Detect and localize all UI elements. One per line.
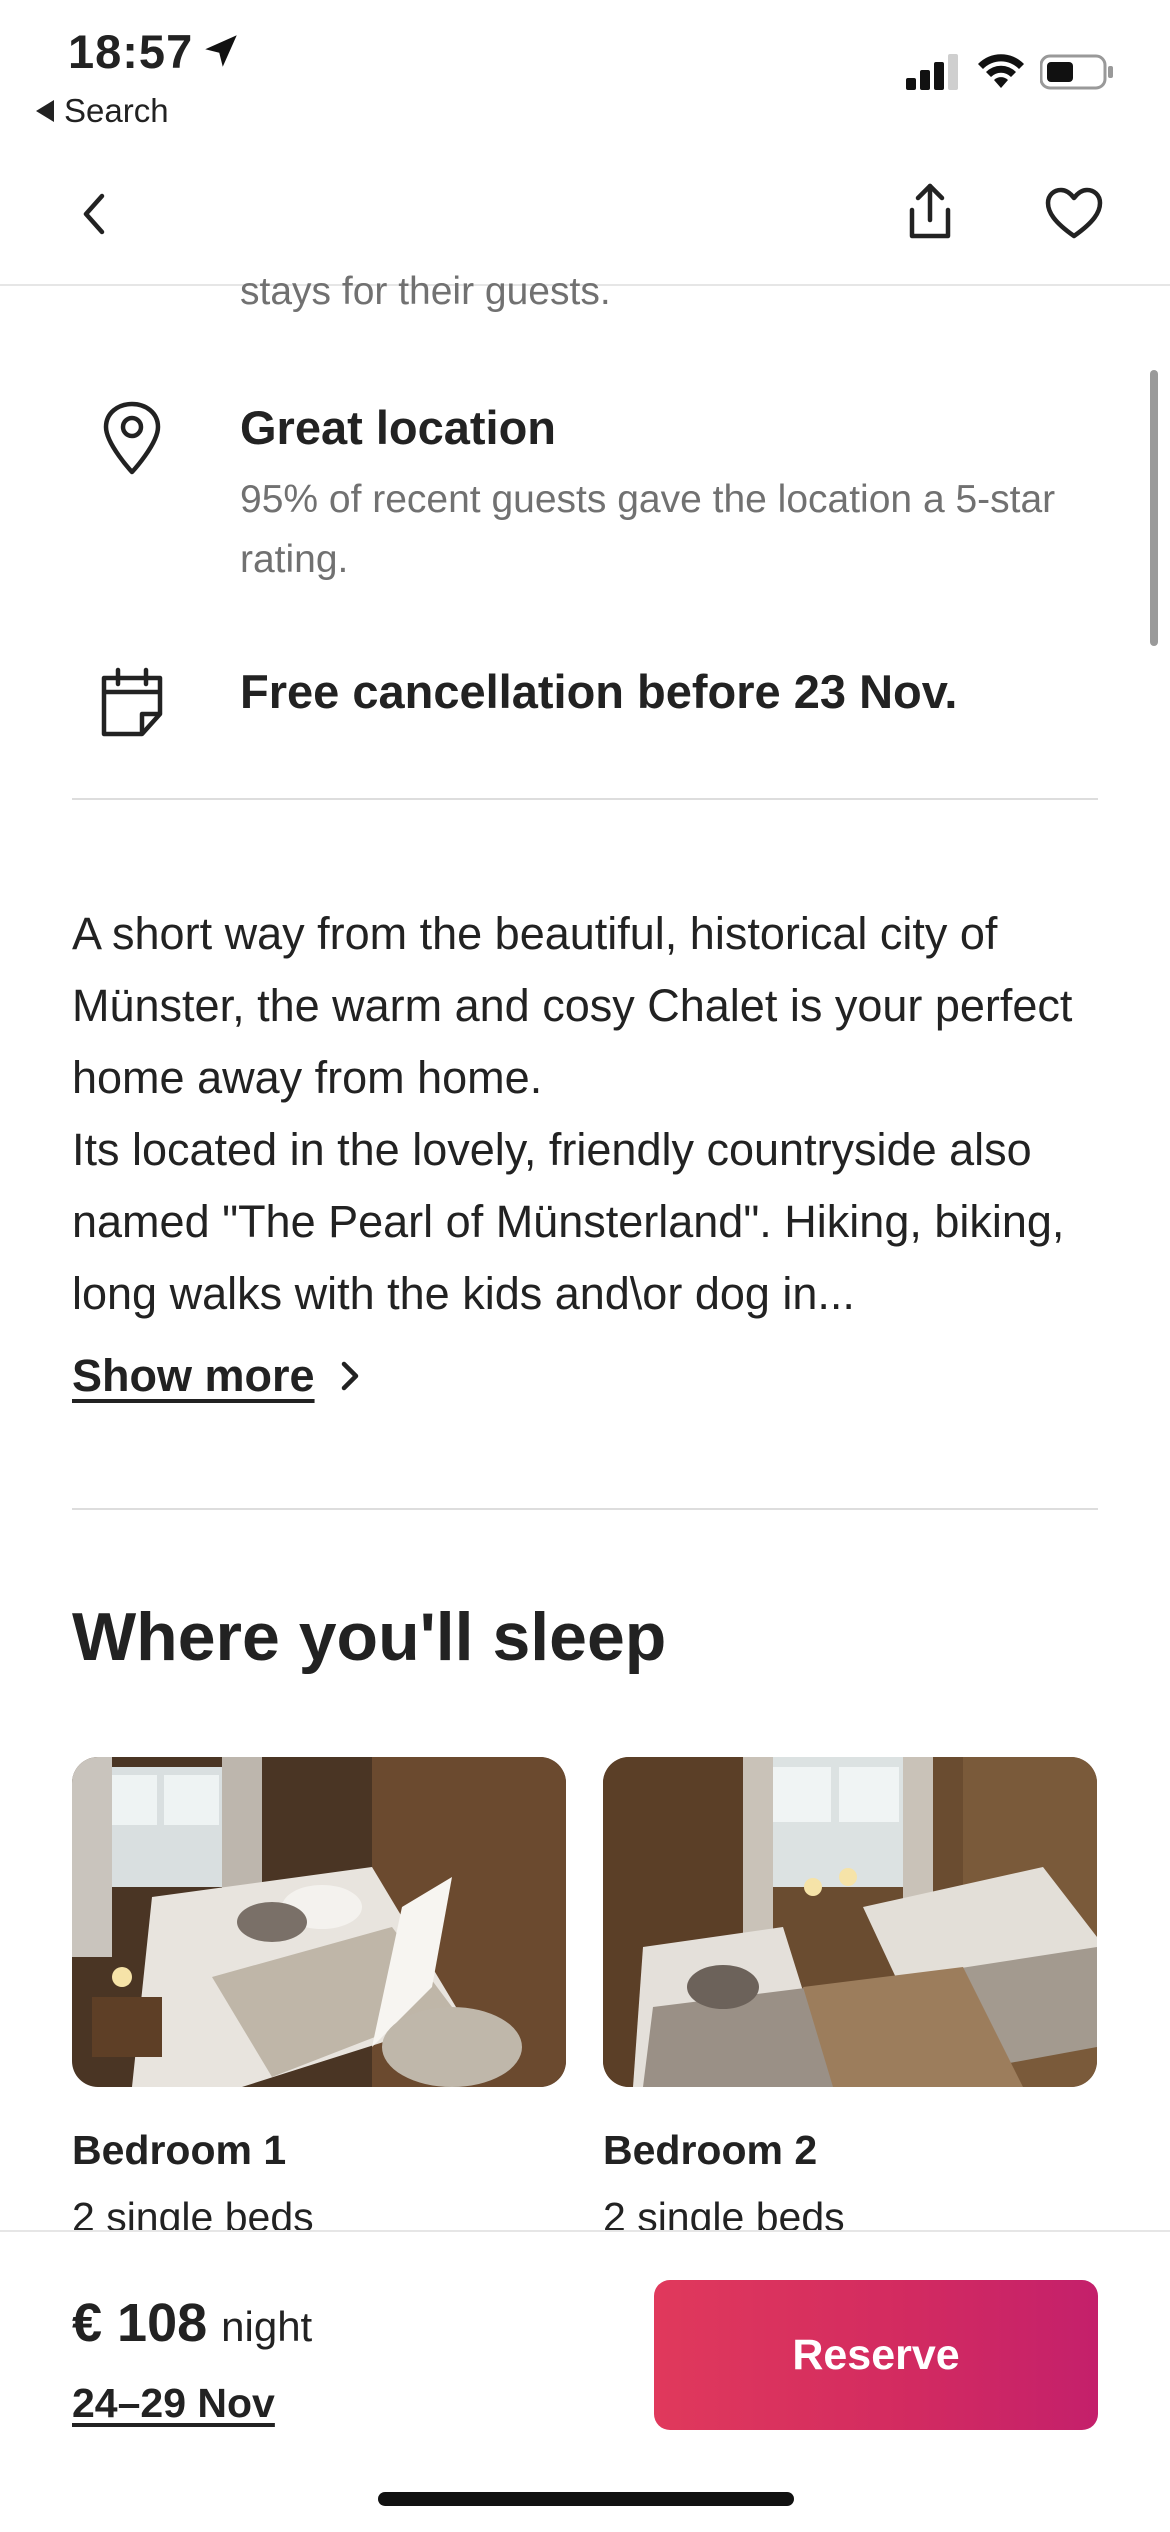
battery-icon [1040, 54, 1113, 90]
description-paragraph: Its located in the lovely, friendly coun… [72, 1124, 1065, 1319]
back-app-label: Search [64, 92, 169, 129]
section-divider [72, 1508, 1098, 1510]
description-paragraph: A short way from the beautiful, historic… [72, 908, 1073, 1103]
price-row: € 108 night [72, 2292, 312, 2354]
bedroom-carousel[interactable]: Bedroom 1 2 single beds Bedroom 2 2 sing… [72, 1757, 1170, 2240]
show-more-label: Show more [72, 1350, 315, 1401]
location-pin-icon [103, 401, 161, 475]
show-more-link[interactable]: Show more [72, 1350, 365, 1402]
bedroom-photo[interactable] [72, 1757, 566, 2087]
listing-header [0, 150, 1170, 286]
booking-footer: € 108 night 24–29 Nov Reserve [0, 2230, 1170, 2532]
back-chevron-icon[interactable] [68, 186, 124, 242]
home-indicator[interactable] [378, 2492, 794, 2506]
section-divider [72, 798, 1098, 800]
share-icon[interactable] [900, 180, 960, 244]
bedroom-2-photo [603, 1757, 1097, 2087]
highlight-description: 95% of recent guests gave the location a… [240, 478, 1056, 581]
price-unit: night [221, 2303, 313, 2350]
bedroom-name: Bedroom 1 [72, 2127, 287, 2173]
wifi-icon [978, 54, 1024, 88]
chevron-right-icon [341, 1361, 358, 1391]
sleep-section-title: Where you'll sleep [72, 1599, 667, 1675]
highlight-title: Free cancellation before 23 Nov. [240, 665, 958, 718]
bedroom-card[interactable]: Bedroom 1 2 single beds [72, 1757, 566, 2241]
nightly-price: € 108 [72, 2293, 208, 2353]
status-time: 18:57 [68, 25, 194, 78]
location-arrow-icon [205, 35, 237, 67]
calendar-icon [101, 667, 163, 737]
highlight-title: Great location [240, 401, 557, 454]
back-triangle-icon [36, 100, 54, 122]
listing-description: A short way from the beautiful, historic… [72, 898, 1112, 1330]
partial-highlight-text: stays for their guests. [240, 270, 611, 313]
bedroom-photo[interactable] [603, 1757, 1097, 2087]
bedroom-card[interactable]: Bedroom 2 2 single beds [603, 1757, 1097, 2241]
highlight-free-cancellation: Free cancellation before 23 Nov. [72, 664, 1102, 744]
reserve-button[interactable]: Reserve [654, 2280, 1098, 2430]
status-bar: 18:57 Search [0, 0, 1170, 150]
heart-icon[interactable] [1044, 186, 1104, 242]
back-to-app-link[interactable]: Search [36, 92, 169, 130]
listing-detail-screen: 18:57 Search stays for their guests. Gre… [0, 0, 1170, 2532]
cellular-signal-icon [906, 54, 958, 90]
stay-dates-link[interactable]: 24–29 Nov [72, 2380, 275, 2427]
scroll-indicator[interactable] [1150, 370, 1158, 646]
bedroom-name: Bedroom 2 [603, 2127, 818, 2173]
highlight-great-location: Great location 95% of recent guests gave… [72, 400, 1102, 590]
bedroom-1-photo [72, 1757, 566, 2087]
